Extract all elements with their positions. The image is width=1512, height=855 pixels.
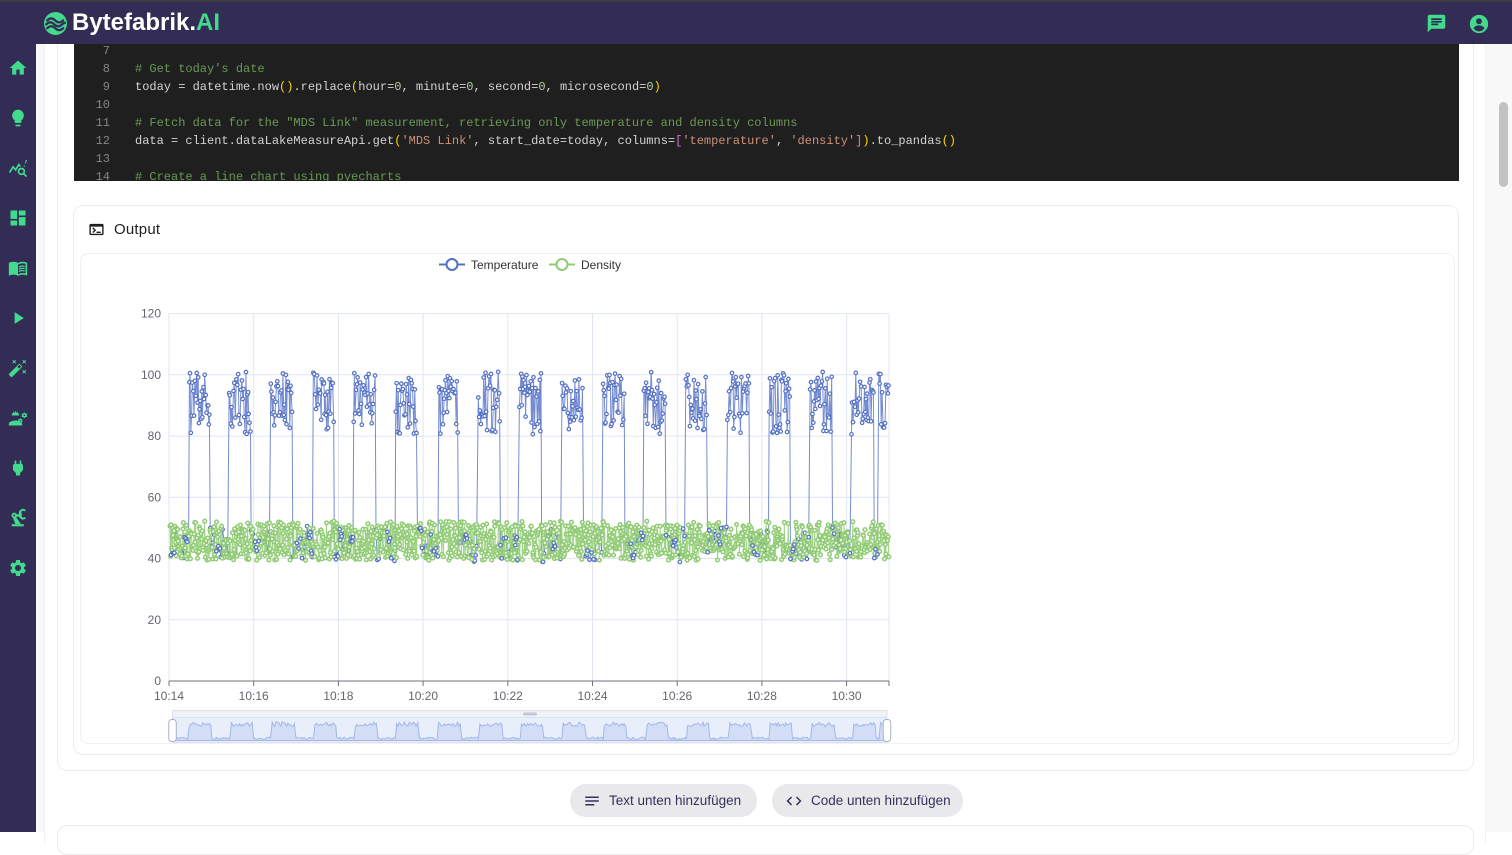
svg-text:10:26: 10:26 (662, 689, 692, 703)
svg-text:120: 120 (141, 307, 161, 321)
svg-text:Temperature: Temperature (471, 258, 539, 272)
svg-text:100: 100 (141, 368, 161, 382)
svg-text:10:22: 10:22 (493, 689, 523, 703)
svg-text:80: 80 (148, 429, 162, 443)
svg-text:10:14: 10:14 (154, 689, 184, 703)
svg-text:10:28: 10:28 (747, 689, 777, 703)
svg-text:40: 40 (148, 552, 162, 566)
svg-text:10:30: 10:30 (832, 689, 862, 703)
svg-text:20: 20 (148, 613, 162, 627)
svg-text:10:24: 10:24 (577, 689, 607, 703)
svg-text:60: 60 (148, 490, 162, 504)
svg-text:10:18: 10:18 (323, 689, 353, 703)
svg-text:10:16: 10:16 (239, 689, 269, 703)
svg-text:10:20: 10:20 (408, 689, 438, 703)
svg-text:0: 0 (154, 674, 161, 688)
svg-text:Density: Density (581, 258, 621, 272)
